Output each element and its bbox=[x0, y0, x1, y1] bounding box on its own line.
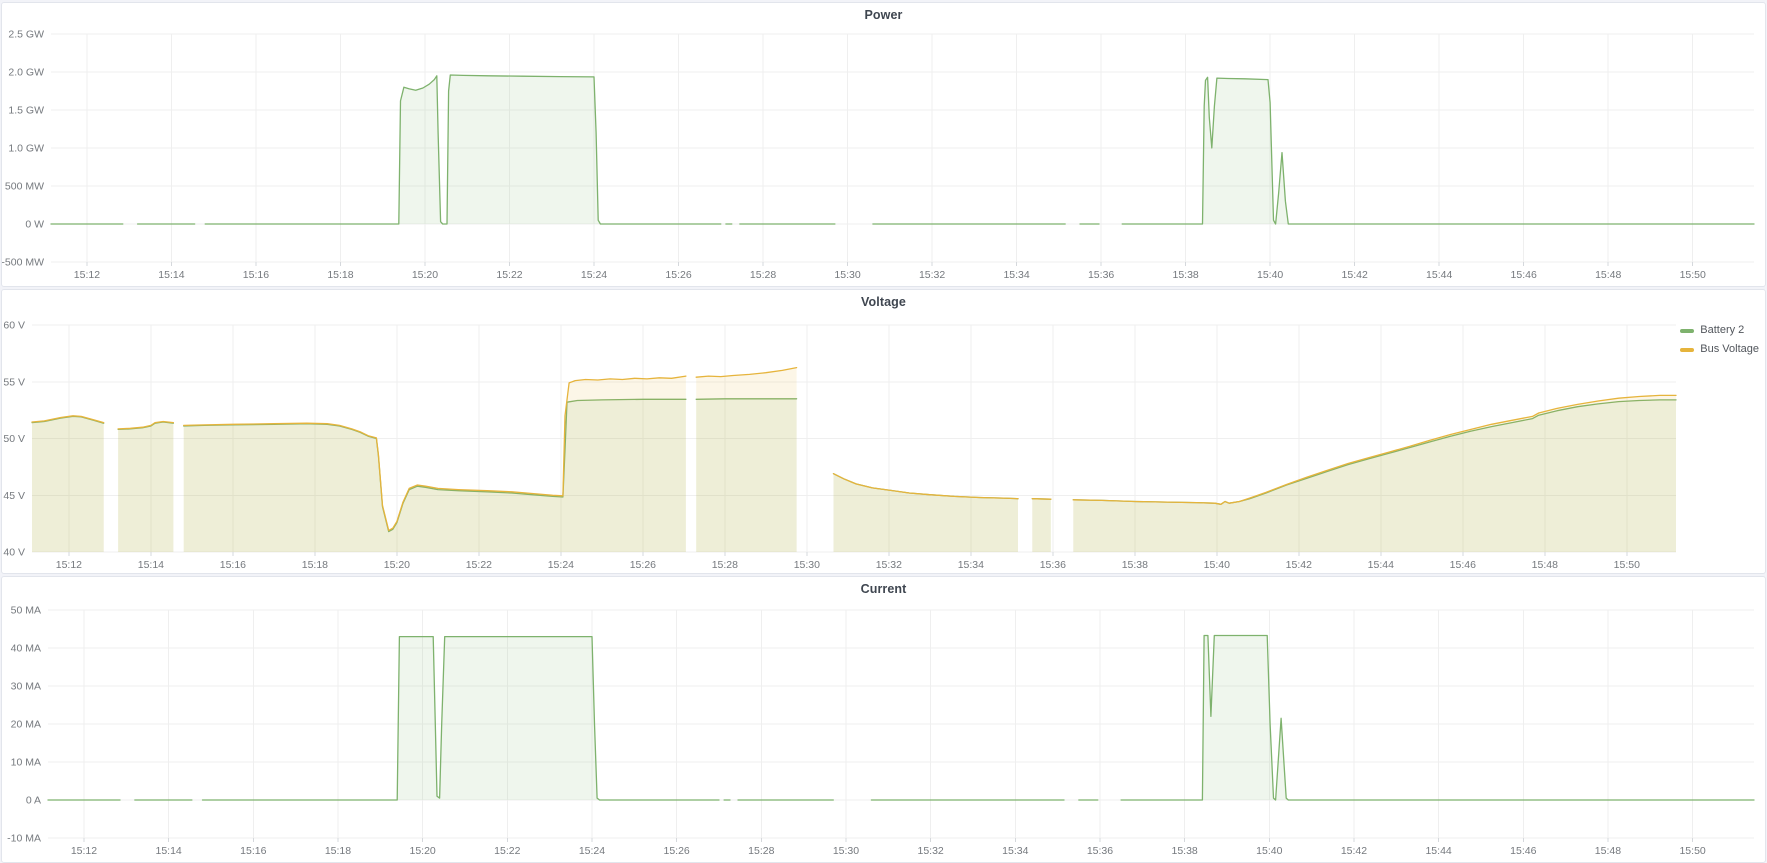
svg-text:15:34: 15:34 bbox=[1003, 269, 1029, 281]
svg-text:15:42: 15:42 bbox=[1341, 845, 1367, 857]
legend-swatch bbox=[1680, 348, 1694, 352]
svg-text:-10 MA: -10 MA bbox=[7, 833, 41, 845]
svg-text:15:40: 15:40 bbox=[1256, 845, 1282, 857]
svg-text:40 V: 40 V bbox=[3, 547, 25, 559]
svg-text:15:12: 15:12 bbox=[56, 559, 82, 571]
svg-text:15:22: 15:22 bbox=[494, 845, 520, 857]
svg-text:15:44: 15:44 bbox=[1425, 845, 1451, 857]
svg-text:15:24: 15:24 bbox=[548, 559, 574, 571]
svg-text:1.0 GW: 1.0 GW bbox=[8, 143, 44, 155]
panel-title-power[interactable]: Power bbox=[2, 8, 1765, 22]
svg-text:15:12: 15:12 bbox=[74, 269, 100, 281]
svg-text:15:14: 15:14 bbox=[158, 269, 184, 281]
svg-text:55 V: 55 V bbox=[3, 376, 25, 388]
svg-text:15:34: 15:34 bbox=[958, 559, 984, 571]
svg-text:15:30: 15:30 bbox=[834, 269, 860, 281]
svg-text:60 V: 60 V bbox=[3, 320, 25, 332]
svg-text:15:34: 15:34 bbox=[1002, 845, 1028, 857]
svg-text:15:26: 15:26 bbox=[630, 559, 656, 571]
svg-text:15:30: 15:30 bbox=[794, 559, 820, 571]
svg-text:15:32: 15:32 bbox=[917, 845, 943, 857]
svg-text:15:20: 15:20 bbox=[410, 845, 436, 857]
svg-text:10 MA: 10 MA bbox=[11, 757, 41, 769]
svg-text:15:42: 15:42 bbox=[1286, 559, 1312, 571]
svg-text:15:28: 15:28 bbox=[750, 269, 776, 281]
svg-text:45 V: 45 V bbox=[3, 490, 25, 502]
legend-item-battery-2[interactable]: Battery 2 bbox=[1680, 321, 1759, 340]
svg-text:15:38: 15:38 bbox=[1172, 269, 1198, 281]
svg-text:15:24: 15:24 bbox=[581, 269, 607, 281]
legend-label: Battery 2 bbox=[1700, 321, 1744, 340]
svg-text:15:30: 15:30 bbox=[833, 845, 859, 857]
svg-text:15:38: 15:38 bbox=[1122, 559, 1148, 571]
legend-swatch bbox=[1680, 329, 1694, 333]
svg-text:15:48: 15:48 bbox=[1595, 269, 1621, 281]
svg-text:50 MA: 50 MA bbox=[11, 605, 41, 617]
svg-text:-500 MW: -500 MW bbox=[2, 257, 44, 269]
svg-text:15:26: 15:26 bbox=[665, 269, 691, 281]
panel-current: Current -10 MA 0 A 10 MA 20 MA 30 MA 40 MA 50 … bbox=[1, 576, 1766, 863]
svg-text:1.5 GW: 1.5 GW bbox=[8, 105, 44, 117]
svg-text:2.5 GW: 2.5 GW bbox=[8, 29, 44, 41]
svg-text:15:16: 15:16 bbox=[220, 559, 246, 571]
svg-text:15:22: 15:22 bbox=[466, 559, 492, 571]
power-chart-canvas[interactable]: -500 MW 0 W 500 MW 1.0 GW 1.5 GW 2.0 GW 2.5 GW… bbox=[2, 3, 1765, 286]
legend-item-bus-voltage[interactable]: Bus Voltage bbox=[1680, 340, 1759, 359]
voltage-chart-canvas[interactable]: 40 V 45 V 50 V 55 V 60 V 15:12 15:14 15:16 15:18… bbox=[2, 290, 1765, 573]
svg-text:15:44: 15:44 bbox=[1426, 269, 1452, 281]
svg-text:20 MA: 20 MA bbox=[11, 719, 41, 731]
svg-text:15:50: 15:50 bbox=[1679, 845, 1705, 857]
svg-text:15:36: 15:36 bbox=[1040, 559, 1066, 571]
svg-text:500 MW: 500 MW bbox=[5, 181, 44, 193]
svg-text:15:14: 15:14 bbox=[156, 845, 182, 857]
svg-text:15:40: 15:40 bbox=[1204, 559, 1230, 571]
svg-text:15:40: 15:40 bbox=[1257, 269, 1283, 281]
svg-text:15:42: 15:42 bbox=[1342, 269, 1368, 281]
svg-text:15:44: 15:44 bbox=[1368, 559, 1394, 571]
panel-title-current[interactable]: Current bbox=[2, 582, 1765, 596]
svg-text:15:28: 15:28 bbox=[748, 845, 774, 857]
svg-text:15:38: 15:38 bbox=[1171, 845, 1197, 857]
legend-label: Bus Voltage bbox=[1700, 340, 1759, 359]
svg-text:15:36: 15:36 bbox=[1088, 269, 1114, 281]
svg-text:15:16: 15:16 bbox=[240, 845, 266, 857]
svg-text:40 MA: 40 MA bbox=[11, 643, 41, 655]
current-chart-canvas[interactable]: -10 MA 0 A 10 MA 20 MA 30 MA 40 MA 50 MA 15:12 1… bbox=[2, 577, 1765, 862]
svg-text:15:18: 15:18 bbox=[325, 845, 351, 857]
panel-power: Power -500 MW 0 W 500 MW 1.0 GW 1.5 GW 2.0 GW… bbox=[1, 2, 1766, 287]
svg-text:15:14: 15:14 bbox=[138, 559, 164, 571]
svg-text:15:16: 15:16 bbox=[243, 269, 269, 281]
svg-text:15:36: 15:36 bbox=[1087, 845, 1113, 857]
svg-text:15:22: 15:22 bbox=[496, 269, 522, 281]
svg-text:15:12: 15:12 bbox=[71, 845, 97, 857]
svg-text:0 A: 0 A bbox=[26, 795, 41, 807]
svg-text:15:46: 15:46 bbox=[1511, 269, 1537, 281]
voltage-legend: Battery 2Bus Voltage bbox=[1680, 321, 1759, 359]
svg-text:30 MA: 30 MA bbox=[11, 681, 41, 693]
svg-text:15:20: 15:20 bbox=[412, 269, 438, 281]
panel-voltage: Voltage 40 V 45 V 50 V 55 V 60 V 15:12 15:14 15… bbox=[1, 289, 1766, 574]
svg-text:15:32: 15:32 bbox=[876, 559, 902, 571]
svg-text:15:20: 15:20 bbox=[384, 559, 410, 571]
svg-text:15:50: 15:50 bbox=[1680, 269, 1706, 281]
svg-text:15:24: 15:24 bbox=[579, 845, 605, 857]
svg-text:0 W: 0 W bbox=[25, 219, 44, 231]
panel-title-voltage[interactable]: Voltage bbox=[2, 295, 1765, 309]
svg-text:2.0 GW: 2.0 GW bbox=[8, 67, 44, 79]
svg-text:15:50: 15:50 bbox=[1614, 559, 1640, 571]
svg-text:15:32: 15:32 bbox=[919, 269, 945, 281]
svg-text:15:48: 15:48 bbox=[1532, 559, 1558, 571]
svg-text:15:46: 15:46 bbox=[1510, 845, 1536, 857]
svg-text:15:48: 15:48 bbox=[1595, 845, 1621, 857]
svg-text:15:18: 15:18 bbox=[327, 269, 353, 281]
svg-text:15:26: 15:26 bbox=[663, 845, 689, 857]
svg-text:15:46: 15:46 bbox=[1450, 559, 1476, 571]
svg-text:50 V: 50 V bbox=[3, 433, 25, 445]
svg-text:15:28: 15:28 bbox=[712, 559, 738, 571]
svg-text:15:18: 15:18 bbox=[302, 559, 328, 571]
